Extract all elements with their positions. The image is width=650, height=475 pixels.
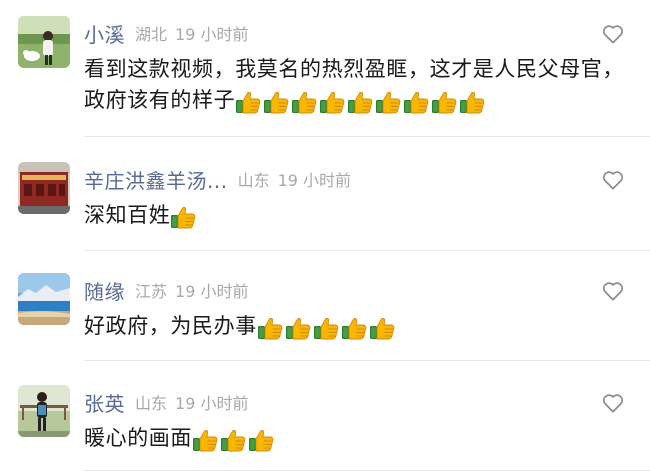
user-location: 山东 (237, 171, 270, 190)
thumbs-up-icon (403, 89, 430, 115)
thumbs-up-emoji-group (235, 89, 487, 120)
avatar[interactable] (18, 162, 70, 214)
thumbs-up-icon (192, 427, 219, 453)
thumbs-up-icon (291, 89, 318, 115)
thumbs-up-emoji-group (192, 427, 276, 458)
comment-header: 小溪 湖北 19 小时前 (84, 16, 248, 50)
thumbs-up-icon (319, 89, 346, 115)
thumbs-up-icon (369, 315, 396, 341)
heart-icon[interactable] (600, 391, 626, 415)
avatar[interactable] (18, 273, 70, 325)
thumbs-up-icon (248, 427, 275, 453)
user-location: 江苏 (135, 282, 168, 301)
thumbs-up-emoji-group (257, 315, 397, 346)
thumbs-up-emoji-group (170, 204, 198, 235)
comment-text: 深知百姓 (84, 200, 624, 235)
heart-icon[interactable] (600, 168, 626, 192)
comment-text: 暖心的画面 (84, 423, 624, 458)
thumbs-up-icon (220, 427, 247, 453)
comment-meta: 江苏 19 小时前 (135, 278, 248, 302)
user-name[interactable]: 小溪 (84, 19, 125, 48)
thumbs-up-icon (235, 89, 262, 115)
user-location: 湖北 (135, 25, 168, 44)
comment-header: 随缘 江苏 19 小时前 (84, 273, 248, 307)
divider (84, 360, 650, 361)
comment-header: 张英 山东 19 小时前 (84, 385, 248, 419)
heart-icon[interactable] (600, 279, 626, 303)
thumbs-up-icon (459, 89, 486, 115)
comment-text: 看到这款视频，我莫名的热烈盈眶，这才是人民父母官，政府该有的样子 (84, 54, 624, 120)
thumbs-up-icon (347, 89, 374, 115)
thumbs-up-icon (375, 89, 402, 115)
comment-text: 好政府，为民办事 (84, 311, 624, 346)
thumbs-up-icon (313, 315, 340, 341)
thumbs-up-icon (431, 89, 458, 115)
comment-meta: 山东 19 小时前 (135, 390, 248, 414)
user-name[interactable]: 随缘 (84, 276, 125, 305)
thumbs-up-icon (263, 89, 290, 115)
thumbs-up-icon (341, 315, 368, 341)
user-location: 山东 (135, 394, 168, 413)
user-name[interactable]: 张英 (84, 388, 125, 417)
comment-time: 19 小时前 (175, 25, 249, 44)
comment-body: 暖心的画面 (84, 426, 192, 450)
comment-meta: 山东 19 小时前 (238, 167, 351, 191)
comment-list: 小溪 湖北 19 小时前 看到这款视频，我莫名的热烈盈眶，这才是人民父母官，政府该… (0, 0, 650, 475)
comment-body: 深知百姓 (84, 203, 171, 227)
user-name[interactable]: 辛庄洪鑫羊汤... (84, 165, 228, 194)
divider (84, 250, 650, 251)
comment-meta: 湖北 19 小时前 (135, 21, 248, 45)
avatar[interactable] (18, 16, 70, 68)
thumbs-up-icon (170, 204, 197, 230)
comment-time: 19 小时前 (175, 282, 249, 301)
comment-time: 19 小时前 (277, 171, 352, 190)
comment-time: 19 小时前 (175, 394, 249, 413)
thumbs-up-icon (285, 315, 312, 341)
divider (84, 470, 650, 471)
thumbs-up-icon (257, 315, 284, 341)
avatar[interactable] (18, 385, 70, 437)
comment-header: 辛庄洪鑫羊汤... 山东 19 小时前 (84, 162, 351, 196)
divider (84, 136, 650, 137)
comment-body: 好政府，为民办事 (84, 314, 257, 338)
heart-icon[interactable] (600, 22, 626, 46)
